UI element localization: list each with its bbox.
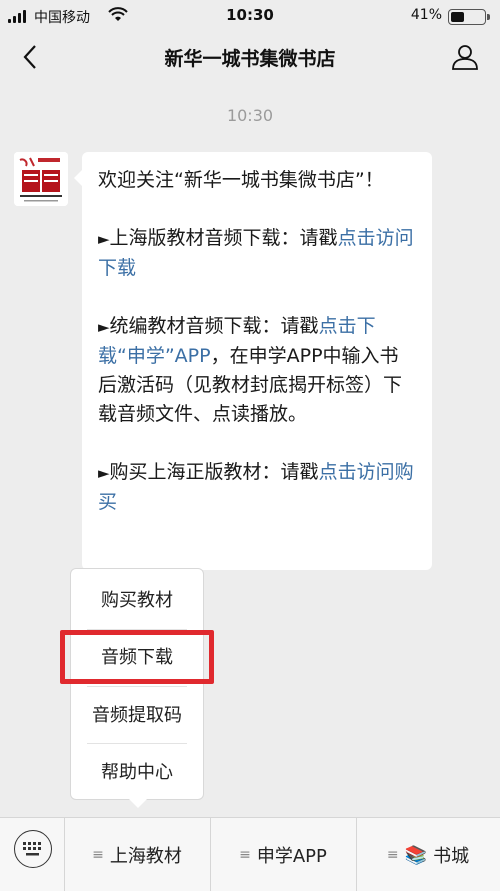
menu-item-help-center[interactable]: 帮助中心 [87, 743, 187, 799]
status-bar: 中国移动 10:30 41% [0, 0, 500, 32]
tab-shanghai-textbook[interactable]: ≡ 上海教材 [64, 818, 210, 891]
tab-bookstore[interactable]: ≡ 📚 书城 [356, 818, 500, 891]
tab-shenxue-app[interactable]: ≡ 申学APP [210, 818, 356, 891]
page-title: 新华一城书集微书店 [164, 48, 336, 70]
message-paragraph-textbook-audio: ►上海版教材音频下载：请戳点击访问下载 [98, 224, 416, 283]
menu-item-audio-code[interactable]: 音频提取码 [87, 686, 187, 742]
bottom-menu-bar: ≡ 上海教材 ≡ 申学APP ≡ 📚 书城 [0, 817, 500, 891]
message-paragraph-unified-audio: ►统编教材音频下载：请戳点击下载“申学”APP，在申学APP中输入书后激活码（见… [98, 312, 416, 429]
menu-lines-icon: ≡ [239, 847, 251, 863]
books-icon: 📚 [404, 844, 428, 866]
menu-lines-icon: ≡ [386, 847, 399, 863]
chat-timestamp: 10:30 [226, 106, 274, 125]
bullet-triangle: ► [98, 318, 110, 336]
tab-label: 申学APP [256, 846, 327, 867]
bullet-triangle: ► [98, 230, 110, 248]
tab-label: 书城 [433, 846, 470, 867]
tab-label: 上海教材 [109, 846, 182, 867]
battery-icon [448, 9, 490, 25]
bullet-triangle: ► [98, 464, 110, 482]
message-paragraph-purchase: ►购买上海正版教材：请戳点击访问购买 [98, 458, 416, 517]
highlight-box [60, 630, 214, 684]
menu-lines-icon: ≡ [92, 847, 104, 863]
keyboard-toggle-icon[interactable] [14, 830, 52, 868]
bookstore-logo-icon [14, 152, 68, 206]
submenu-popup: 购买教材 音频下载 音频提取码 帮助中心 [70, 568, 204, 808]
avatar[interactable] [14, 152, 68, 206]
paragraph-text: 上海版教材音频下载：请戳 [109, 227, 338, 249]
battery-percent: 41% [410, 7, 442, 23]
paragraph-text: 购买上海正版教材：请戳 [109, 461, 319, 483]
message-bubble: 欢迎关注“新华一城书集微书店”！ ►上海版教材音频下载：请戳点击访问下载 ►统编… [74, 152, 432, 570]
nav-bar: 新华一城书集微书店 [0, 32, 500, 82]
welcome-text: 欢迎关注“新华一城书集微书店”！ [98, 169, 384, 191]
menu-item-buy-textbook[interactable]: 购买教材 [87, 571, 187, 627]
profile-icon[interactable] [450, 42, 480, 72]
paragraph-text: 统编教材音频下载：请戳 [109, 315, 319, 337]
